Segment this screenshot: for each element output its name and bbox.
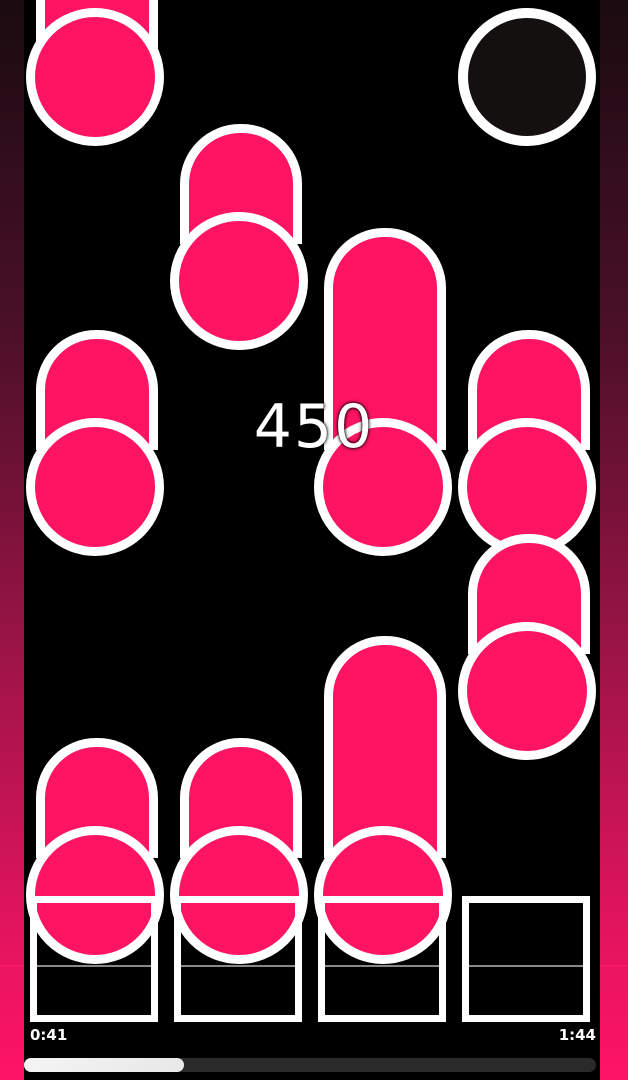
note-ball[interactable] (26, 8, 164, 146)
score-display: 450 (253, 392, 375, 462)
note-ball[interactable] (458, 622, 596, 760)
song-progress-bar[interactable] (24, 1058, 596, 1072)
lane-4-key[interactable] (462, 896, 590, 1022)
elapsed-time: 0:41 (30, 1026, 68, 1044)
left-glow-border (0, 0, 24, 1080)
song-progress-fill (24, 1058, 185, 1072)
dark-note-ball[interactable] (458, 8, 596, 146)
hit-line (0, 965, 628, 967)
lane-2-key[interactable] (174, 896, 302, 1022)
game-board[interactable] (24, 0, 600, 1080)
note-ball[interactable] (170, 212, 308, 350)
right-glow-border (600, 0, 628, 1080)
total-time: 1:44 (558, 1026, 596, 1044)
lane-3-key[interactable] (318, 896, 446, 1022)
note-tail (324, 636, 446, 858)
lane-1-key[interactable] (30, 896, 158, 1022)
